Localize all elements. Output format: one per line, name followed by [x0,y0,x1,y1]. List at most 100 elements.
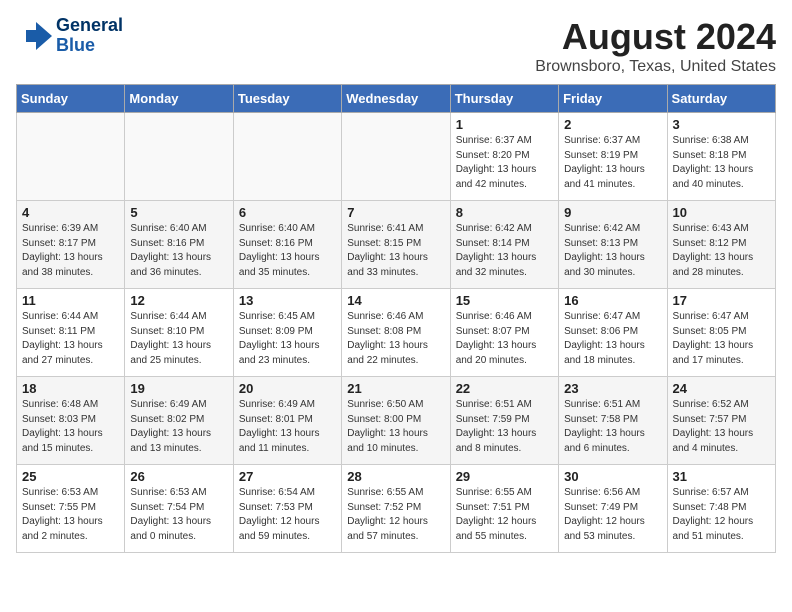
day-cell: 3 Sunrise: 6:38 AM Sunset: 8:18 PM Daylig… [667,113,775,201]
day-cell: 20Sunrise: 6:49 AM Sunset: 8:01 PM Dayli… [233,377,341,465]
day-info: Sunrise: 6:46 AM Sunset: 8:07 PM Dayligh… [456,310,553,368]
day-cell: 18 Sunrise: 6:48 AM Sunset: 8:03 PM Dayli… [17,377,125,465]
day-info: Sunrise: 6:45 AM Sunset: 8:09 PM Dayligh… [239,310,336,368]
day-number: 7 [347,205,444,220]
day-cell: 19Sunrise: 6:49 AM Sunset: 8:02 PM Dayli… [125,377,233,465]
day-cell: 2 Sunrise: 6:37 AM Sunset: 8:19 PM Daylig… [559,113,667,201]
day-info: Sunrise: 6:37 AM Sunset: 8:19 PM Dayligh… [564,134,661,192]
day-number: 2 [564,117,661,132]
day-cell: 28 Sunrise: 6:55 AM Sunset: 7:52 PM Dayli… [342,465,450,553]
day-info: Sunrise: 6:41 AM Sunset: 8:15 PM Dayligh… [347,222,444,280]
day-cell: 22Sunrise: 6:51 AM Sunset: 7:59 PM Dayli… [450,377,558,465]
day-cell: 13Sunrise: 6:45 AM Sunset: 8:09 PM Dayli… [233,289,341,377]
day-number: 21 [347,381,444,396]
day-number: 29 [456,469,553,484]
logo-text: General Blue [56,16,123,56]
day-cell: 16Sunrise: 6:47 AM Sunset: 8:06 PM Dayli… [559,289,667,377]
day-number: 4 [22,205,119,220]
day-number: 20 [239,381,336,396]
day-cell: 12 Sunrise: 6:44 AM Sunset: 8:10 PM Dayli… [125,289,233,377]
day-number: 28 [347,469,444,484]
day-number: 26 [130,469,227,484]
day-cell [233,113,341,201]
day-cell: 29 Sunrise: 6:55 AM Sunset: 7:51 PM Dayli… [450,465,558,553]
day-cell: 10 Sunrise: 6:43 AM Sunset: 8:12 PM Dayli… [667,201,775,289]
week-row-2: 11 Sunrise: 6:44 AM Sunset: 8:11 PM Dayli… [17,289,776,377]
month-title: August 2024 [535,16,776,58]
day-number: 23 [564,381,661,396]
day-cell: 31Sunrise: 6:57 AM Sunset: 7:48 PM Dayli… [667,465,775,553]
day-info: Sunrise: 6:51 AM Sunset: 7:58 PM Dayligh… [564,398,661,456]
day-cell: 27 Sunrise: 6:54 AM Sunset: 7:53 PM Dayli… [233,465,341,553]
day-number: 19 [130,381,227,396]
day-info: Sunrise: 6:44 AM Sunset: 8:11 PM Dayligh… [22,310,119,368]
day-cell: 1Sunrise: 6:37 AM Sunset: 8:20 PM Daylig… [450,113,558,201]
day-info: Sunrise: 6:47 AM Sunset: 8:06 PM Dayligh… [564,310,661,368]
day-cell: 11 Sunrise: 6:44 AM Sunset: 8:11 PM Dayli… [17,289,125,377]
day-cell: 7 Sunrise: 6:41 AM Sunset: 8:15 PM Daylig… [342,201,450,289]
header-cell-wednesday: Wednesday [342,85,450,113]
day-info: Sunrise: 6:38 AM Sunset: 8:18 PM Dayligh… [673,134,770,192]
day-info: Sunrise: 6:44 AM Sunset: 8:10 PM Dayligh… [130,310,227,368]
day-info: Sunrise: 6:42 AM Sunset: 8:14 PM Dayligh… [456,222,553,280]
day-number: 12 [130,293,227,308]
day-cell: 6 Sunrise: 6:40 AM Sunset: 8:16 PM Daylig… [233,201,341,289]
logo: General Blue [16,16,123,56]
day-number: 27 [239,469,336,484]
day-cell [125,113,233,201]
day-info: Sunrise: 6:51 AM Sunset: 7:59 PM Dayligh… [456,398,553,456]
day-cell: 25 Sunrise: 6:53 AM Sunset: 7:55 PM Dayli… [17,465,125,553]
day-cell: 4 Sunrise: 6:39 AM Sunset: 8:17 PM Daylig… [17,201,125,289]
day-number: 17 [673,293,770,308]
day-number: 30 [564,469,661,484]
day-cell: 24 Sunrise: 6:52 AM Sunset: 7:57 PM Dayli… [667,377,775,465]
day-info: Sunrise: 6:55 AM Sunset: 7:51 PM Dayligh… [456,486,553,544]
day-cell: 14Sunrise: 6:46 AM Sunset: 8:08 PM Dayli… [342,289,450,377]
day-cell: 9Sunrise: 6:42 AM Sunset: 8:13 PM Daylig… [559,201,667,289]
logo-line2: Blue [56,36,123,56]
day-info: Sunrise: 6:56 AM Sunset: 7:49 PM Dayligh… [564,486,661,544]
header-cell-sunday: Sunday [17,85,125,113]
page-header: General Blue August 2024 Brownsboro, Tex… [16,16,776,76]
header-row: SundayMondayTuesdayWednesdayThursdayFrid… [17,85,776,113]
week-row-1: 4 Sunrise: 6:39 AM Sunset: 8:17 PM Daylig… [17,201,776,289]
day-cell: 8Sunrise: 6:42 AM Sunset: 8:14 PM Daylig… [450,201,558,289]
day-cell: 30 Sunrise: 6:56 AM Sunset: 7:49 PM Dayli… [559,465,667,553]
header-cell-friday: Friday [559,85,667,113]
title-block: August 2024 Brownsboro, Texas, United St… [535,16,776,76]
day-info: Sunrise: 6:48 AM Sunset: 8:03 PM Dayligh… [22,398,119,456]
day-number: 25 [22,469,119,484]
day-number: 24 [673,381,770,396]
day-info: Sunrise: 6:57 AM Sunset: 7:48 PM Dayligh… [673,486,770,544]
day-info: Sunrise: 6:46 AM Sunset: 8:08 PM Dayligh… [347,310,444,368]
location: Brownsboro, Texas, United States [535,58,776,76]
day-number: 11 [22,293,119,308]
day-info: Sunrise: 6:40 AM Sunset: 8:16 PM Dayligh… [239,222,336,280]
day-number: 3 [673,117,770,132]
day-info: Sunrise: 6:52 AM Sunset: 7:57 PM Dayligh… [673,398,770,456]
day-number: 18 [22,381,119,396]
day-info: Sunrise: 6:39 AM Sunset: 8:17 PM Dayligh… [22,222,119,280]
day-number: 6 [239,205,336,220]
day-info: Sunrise: 6:53 AM Sunset: 7:55 PM Dayligh… [22,486,119,544]
day-info: Sunrise: 6:37 AM Sunset: 8:20 PM Dayligh… [456,134,553,192]
day-cell: 21 Sunrise: 6:50 AM Sunset: 8:00 PM Dayli… [342,377,450,465]
day-info: Sunrise: 6:54 AM Sunset: 7:53 PM Dayligh… [239,486,336,544]
day-info: Sunrise: 6:42 AM Sunset: 8:13 PM Dayligh… [564,222,661,280]
calendar-table: SundayMondayTuesdayWednesdayThursdayFrid… [16,84,776,553]
day-number: 15 [456,293,553,308]
day-info: Sunrise: 6:55 AM Sunset: 7:52 PM Dayligh… [347,486,444,544]
day-number: 10 [673,205,770,220]
day-info: Sunrise: 6:50 AM Sunset: 8:00 PM Dayligh… [347,398,444,456]
week-row-3: 18 Sunrise: 6:48 AM Sunset: 8:03 PM Dayli… [17,377,776,465]
day-cell: 26Sunrise: 6:53 AM Sunset: 7:54 PM Dayli… [125,465,233,553]
day-info: Sunrise: 6:43 AM Sunset: 8:12 PM Dayligh… [673,222,770,280]
day-cell [17,113,125,201]
header-cell-monday: Monday [125,85,233,113]
day-number: 5 [130,205,227,220]
logo-icon [16,18,52,54]
week-row-4: 25 Sunrise: 6:53 AM Sunset: 7:55 PM Dayli… [17,465,776,553]
header-cell-thursday: Thursday [450,85,558,113]
day-cell: 17Sunrise: 6:47 AM Sunset: 8:05 PM Dayli… [667,289,775,377]
week-row-0: 1Sunrise: 6:37 AM Sunset: 8:20 PM Daylig… [17,113,776,201]
